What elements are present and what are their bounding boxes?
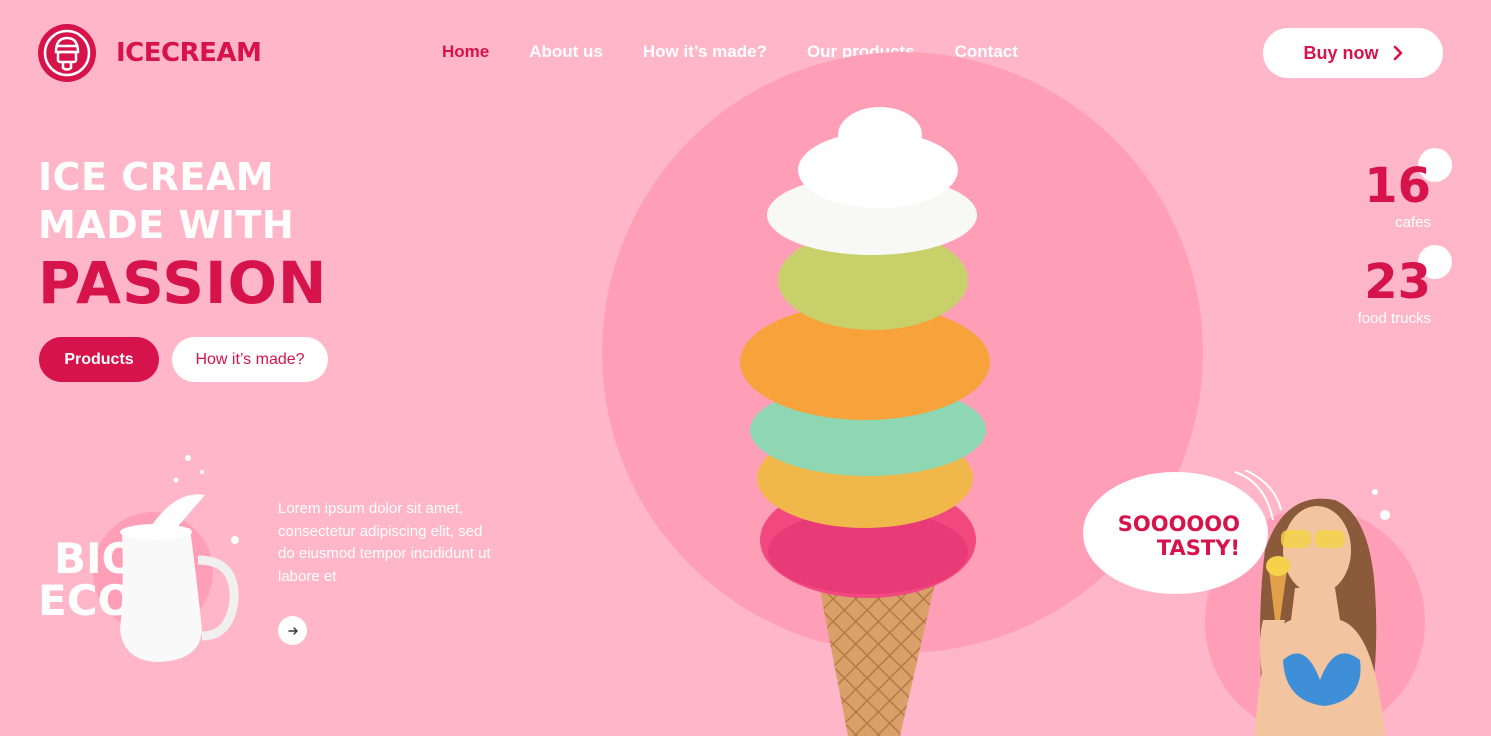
arrow-right-icon <box>287 626 298 635</box>
nav-item-home[interactable]: Home <box>442 42 489 62</box>
stat-cafes-value: 16 <box>1364 158 1431 214</box>
nav-item-how-its-made[interactable]: How it’s made? <box>643 42 767 62</box>
tasty-line-1: SOOOOOO <box>1117 512 1240 536</box>
stat-food-trucks-label: food trucks <box>1357 310 1431 327</box>
milk-pitcher-image <box>120 455 239 662</box>
logo-icon <box>38 24 96 82</box>
hero-title: ICE CREAM MADE WITH PASSION <box>38 158 327 312</box>
bio-arrow-button[interactable] <box>278 616 307 645</box>
brand-name: ICECREAM <box>116 38 262 68</box>
buy-now-button[interactable]: Buy now <box>1263 28 1443 78</box>
nav-item-about[interactable]: About us <box>529 42 603 62</box>
tasty-line-2: TASTY! <box>1156 536 1240 560</box>
chevron-right-icon <box>1393 45 1402 61</box>
how-its-made-button[interactable]: How it’s made? <box>172 337 328 382</box>
brand-logo[interactable]: ICECREAM <box>38 24 262 82</box>
stat-food-trucks-value: 23 <box>1364 254 1431 310</box>
hero-line-2: MADE WITH <box>38 203 295 247</box>
stat-cafes-label: cafes <box>1395 214 1431 231</box>
stat-cafes: 16 cafes <box>1364 162 1431 231</box>
hero-line-1: ICE CREAM <box>38 155 275 199</box>
tasty-text: SOOOOOO TASTY! <box>1100 512 1240 560</box>
ice-cream-cone-image <box>740 107 990 736</box>
stat-food-trucks: 23 food trucks <box>1358 258 1431 327</box>
hero-line-3: PASSION <box>38 249 328 317</box>
bio-description: Lorem ipsum dolor sit amet, consectetur … <box>278 500 491 585</box>
girl-eating-ice-cream-image <box>1234 470 1390 736</box>
products-button[interactable]: Products <box>39 337 159 382</box>
buy-now-label: Buy now <box>1303 42 1379 63</box>
